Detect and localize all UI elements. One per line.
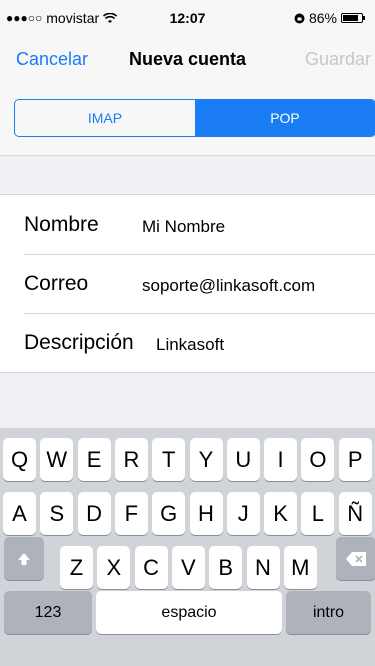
key-q[interactable]: Q (3, 438, 36, 481)
key-k[interactable]: K (264, 492, 298, 535)
key-y[interactable]: Y (189, 438, 223, 481)
key-return[interactable]: intro (286, 591, 371, 634)
name-field[interactable]: Mi Nombre (142, 217, 225, 237)
key-p[interactable]: P (338, 438, 372, 481)
key-v[interactable]: V (171, 546, 205, 589)
key-b[interactable]: B (209, 546, 243, 589)
protocol-section: IMAP POP (0, 82, 375, 156)
shift-icon[interactable] (4, 537, 44, 580)
key-x[interactable]: X (97, 546, 131, 589)
key-d[interactable]: D (77, 492, 111, 535)
key-ñ[interactable]: Ñ (338, 492, 372, 535)
name-label: Nombre (24, 212, 99, 236)
battery-fill (343, 15, 359, 21)
save-button[interactable]: Guardar (305, 49, 371, 70)
email-row[interactable]: Correo soporte@linkasoft.com (0, 254, 375, 313)
navigation-bar: Cancelar Nueva cuenta Guardar (0, 36, 375, 82)
key-numbers[interactable]: 123 (4, 591, 92, 634)
key-space[interactable]: espacio (96, 591, 282, 634)
status-right: 86% (294, 10, 365, 26)
email-label: Correo (24, 271, 89, 295)
description-field[interactable]: Linkasoft (156, 335, 224, 355)
key-a[interactable]: A (3, 492, 36, 535)
battery-icon (341, 13, 365, 23)
key-f[interactable]: F (114, 492, 148, 535)
delete-icon[interactable] (336, 537, 375, 580)
orientation-lock-icon (294, 13, 305, 23)
key-m[interactable]: M (283, 546, 317, 589)
key-i[interactable]: I (264, 438, 298, 481)
key-w[interactable]: W (40, 438, 74, 481)
battery-percent: 86% (308, 10, 337, 26)
key-h[interactable]: H (189, 492, 223, 535)
key-j[interactable]: J (226, 492, 260, 535)
key-o[interactable]: O (301, 438, 335, 481)
key-c[interactable]: C (134, 546, 168, 589)
key-u[interactable]: U (226, 438, 260, 481)
key-n[interactable]: N (246, 546, 280, 589)
description-row[interactable]: Descripción Linkasoft (0, 313, 375, 372)
key-g[interactable]: G (152, 492, 186, 535)
segment-imap[interactable]: IMAP (15, 100, 195, 136)
protocol-segmented-control: IMAP POP (14, 99, 375, 137)
name-row[interactable]: Nombre Mi Nombre (0, 195, 375, 254)
key-s[interactable]: S (40, 492, 74, 535)
email-field[interactable]: soporte@linkasoft.com (142, 276, 315, 296)
keyboard: 123 espacio intro QWERTYUIOP ASDFGHJKLÑ ZX… (0, 428, 375, 666)
status-bar: ●●●○○ movistar 12:07 86% (0, 0, 375, 36)
key-z[interactable]: Z (60, 546, 93, 589)
key-t[interactable]: T (152, 438, 186, 481)
key-r[interactable]: R (114, 438, 148, 481)
account-form: Nombre Mi Nombre Correo soporte@linkasof… (0, 194, 375, 373)
key-e[interactable]: E (77, 438, 111, 481)
segment-pop[interactable]: POP (195, 100, 375, 136)
key-l[interactable]: L (301, 492, 335, 535)
description-label: Descripción (24, 330, 134, 354)
